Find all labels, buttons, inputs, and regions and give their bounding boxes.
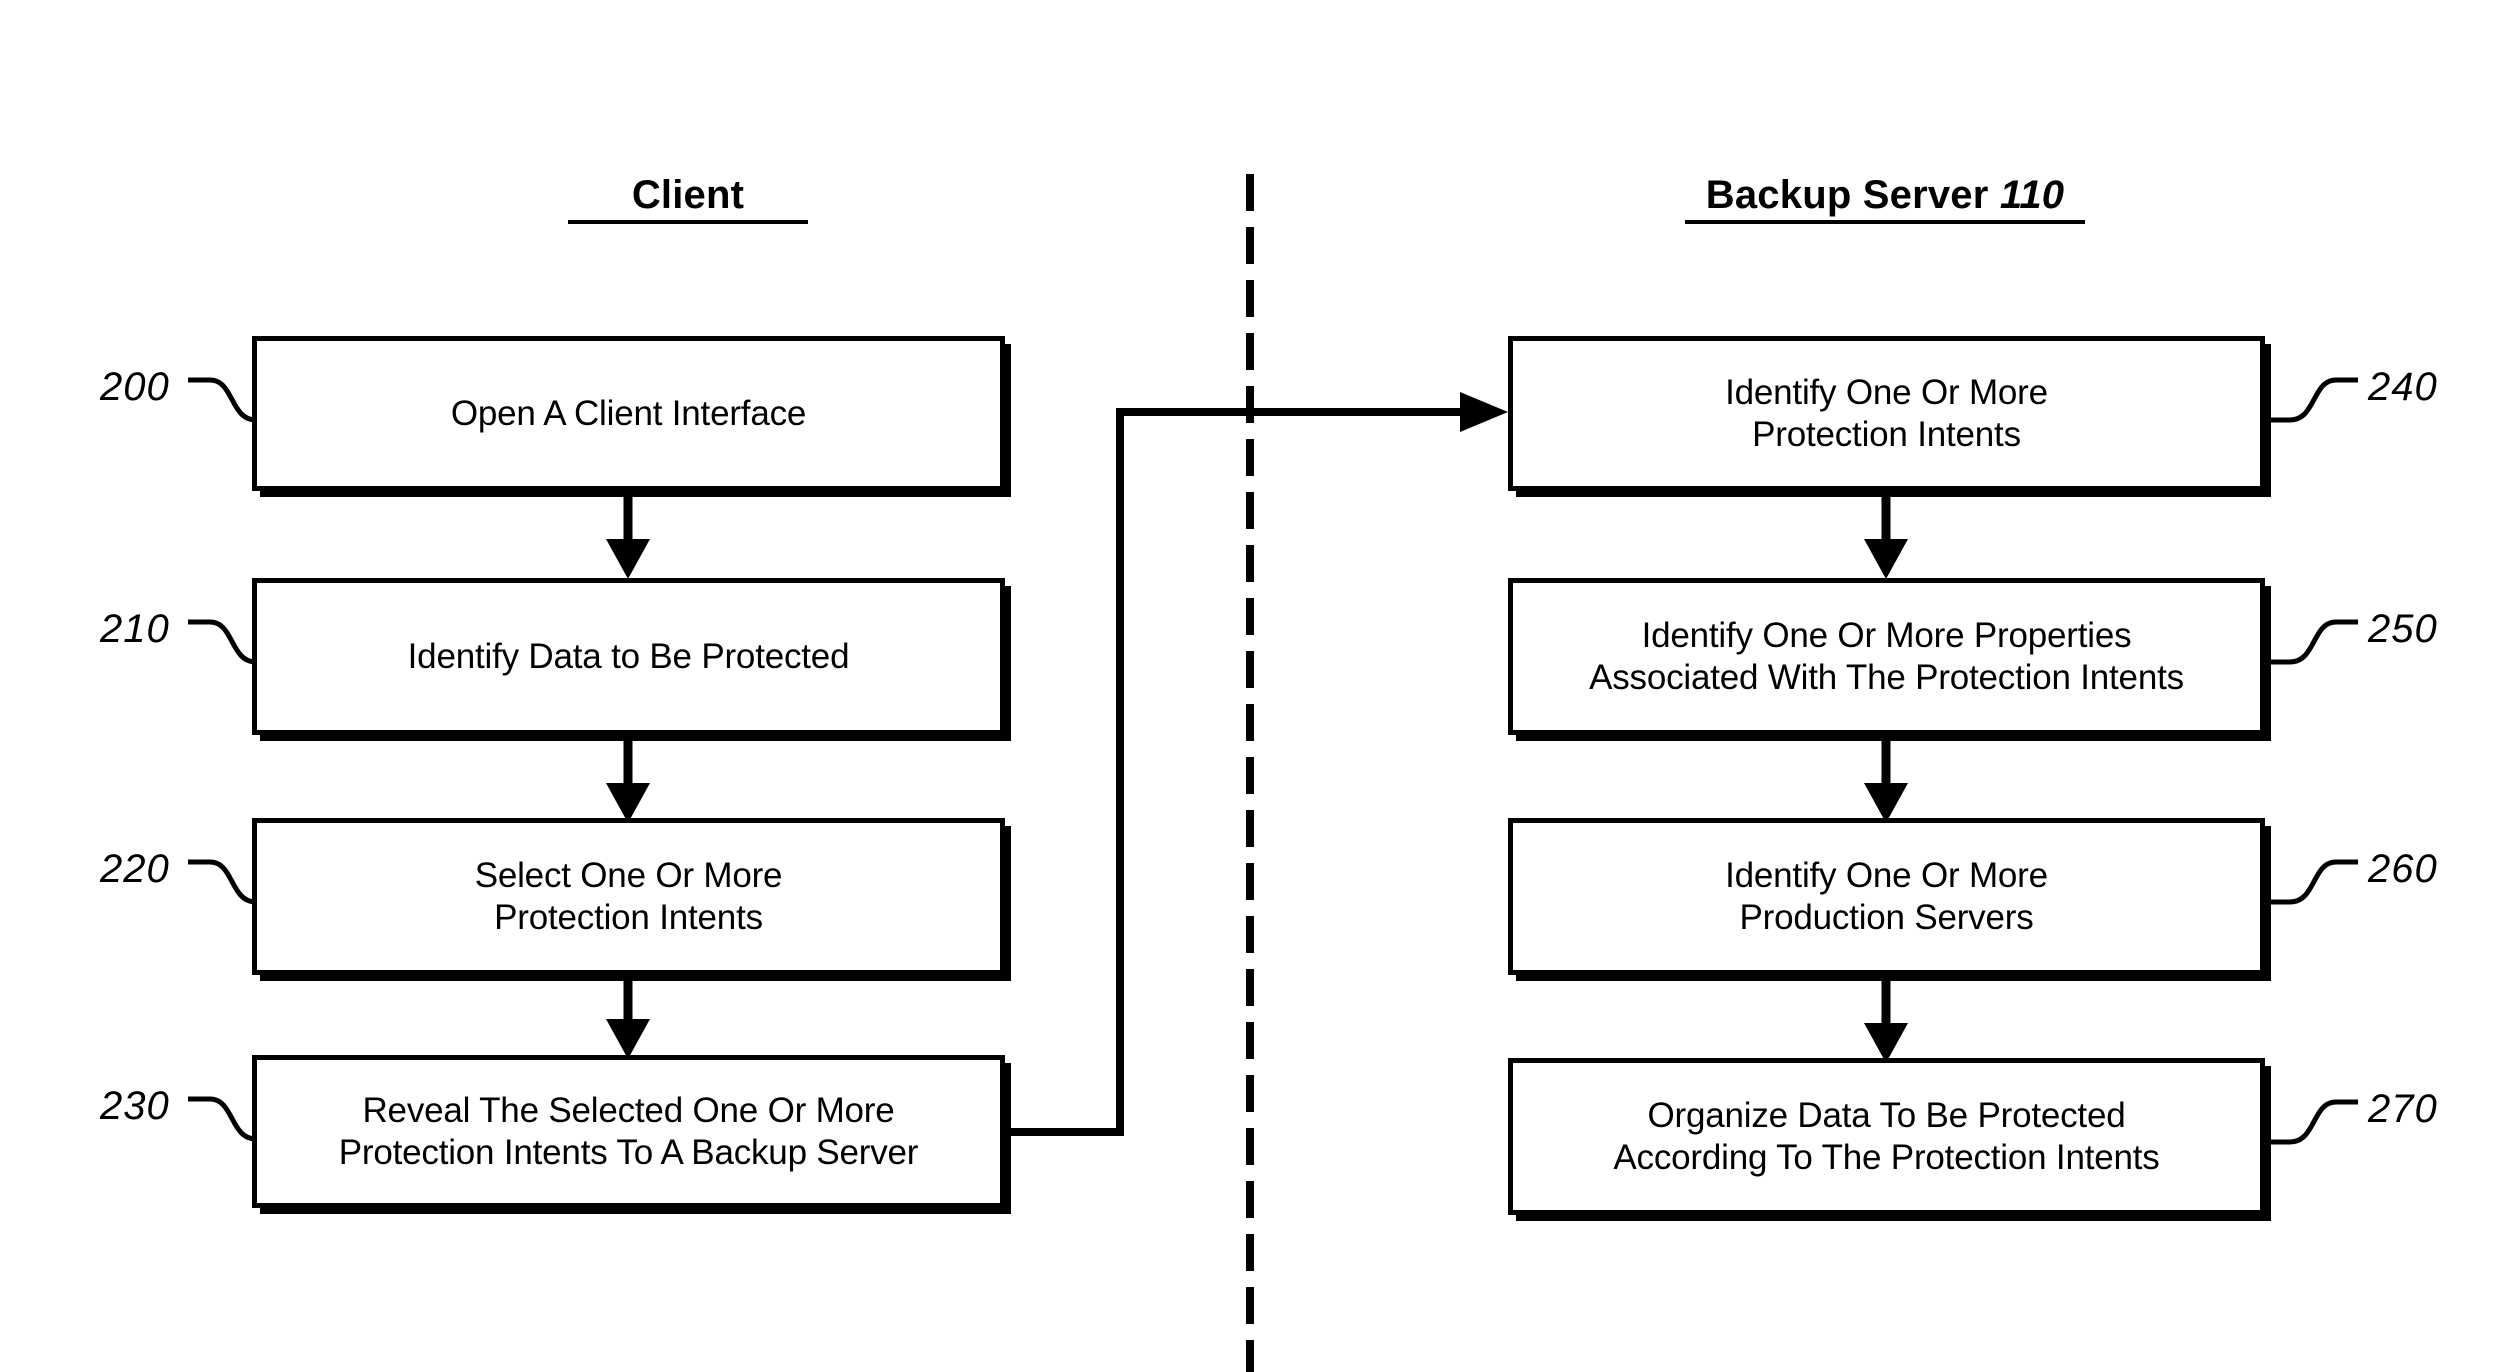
process-box-210[interactable]: Identify Data to Be Protected — [252, 578, 1005, 735]
leader-line-240 — [2262, 377, 2358, 423]
reference-numeral-200-label: 200 — [100, 365, 170, 409]
process-box-240-text: Identify One Or More Protection Intents — [1725, 373, 2048, 454]
process-box-250-text: Identify One Or More Properties Associat… — [1589, 616, 2184, 697]
arrow-220-to-230 — [606, 973, 650, 1059]
reference-numeral-250-label: 250 — [2368, 607, 2438, 651]
arrow-200-to-210 — [606, 489, 650, 579]
leader-line-250 — [2262, 619, 2358, 665]
process-box-200-text: Open A Client Interface — [450, 393, 807, 433]
reference-numeral-200: 200 — [100, 365, 170, 410]
process-box-220[interactable]: Select One Or More Protection Intents — [252, 818, 1005, 975]
process-box-230[interactable]: Reveal The Selected One Or More Protecti… — [252, 1055, 1005, 1208]
process-box-230-text: Reveal The Selected One Or More Protecti… — [338, 1091, 919, 1172]
process-box-240[interactable]: Identify One Or More Protection Intents — [1508, 336, 2265, 491]
reference-numeral-230: 230 — [100, 1084, 170, 1129]
reference-numeral-270-label: 270 — [2368, 1087, 2438, 1131]
process-box-270-text: Organize Data To Be Protected According … — [1613, 1096, 2160, 1177]
process-box-260-text: Identify One Or More Production Servers — [1725, 856, 2048, 937]
arrow-240-to-250 — [1864, 489, 1908, 579]
column-divider-dashed-line — [1246, 174, 1254, 1372]
reference-numeral-220: 220 — [100, 847, 170, 892]
reference-numeral-260: 260 — [2368, 847, 2438, 892]
arrow-250-to-260 — [1864, 733, 1908, 823]
column-heading-backup-server-ref: 110 — [1999, 173, 2065, 217]
column-heading-client: Client — [568, 174, 808, 224]
reference-numeral-270: 270 — [2368, 1087, 2438, 1132]
reference-numeral-240: 240 — [2368, 365, 2438, 410]
figure-canvas: Client Backup Server 110 Open A Client I… — [0, 0, 2519, 1372]
arrow-260-to-270 — [1864, 973, 1908, 1063]
process-box-270[interactable]: Organize Data To Be Protected According … — [1508, 1058, 2265, 1215]
arrow-210-to-220 — [606, 733, 650, 823]
reference-numeral-260-label: 260 — [2368, 847, 2438, 891]
reference-numeral-210-label: 210 — [100, 607, 170, 651]
leader-line-260 — [2262, 859, 2358, 905]
process-box-250[interactable]: Identify One Or More Properties Associat… — [1508, 578, 2265, 735]
leader-line-270 — [2262, 1099, 2358, 1145]
reference-numeral-240-label: 240 — [2368, 365, 2438, 409]
reference-numeral-250: 250 — [2368, 607, 2438, 652]
reference-numeral-230-label: 230 — [100, 1084, 170, 1128]
reference-numeral-220-label: 220 — [100, 847, 170, 891]
process-box-200[interactable]: Open A Client Interface — [252, 336, 1005, 491]
reference-numeral-210: 210 — [100, 607, 170, 652]
process-box-220-text: Select One Or More Protection Intents — [474, 856, 783, 937]
column-heading-client-label: Client — [631, 173, 745, 217]
column-heading-backup-server-label: Backup Server — [1705, 173, 2000, 217]
column-heading-backup-server: Backup Server 110 — [1685, 174, 2085, 224]
process-box-210-text: Identify Data to Be Protected — [407, 636, 850, 676]
connector-230-to-240 — [1005, 392, 1508, 1136]
process-box-260[interactable]: Identify One Or More Production Servers — [1508, 818, 2265, 975]
